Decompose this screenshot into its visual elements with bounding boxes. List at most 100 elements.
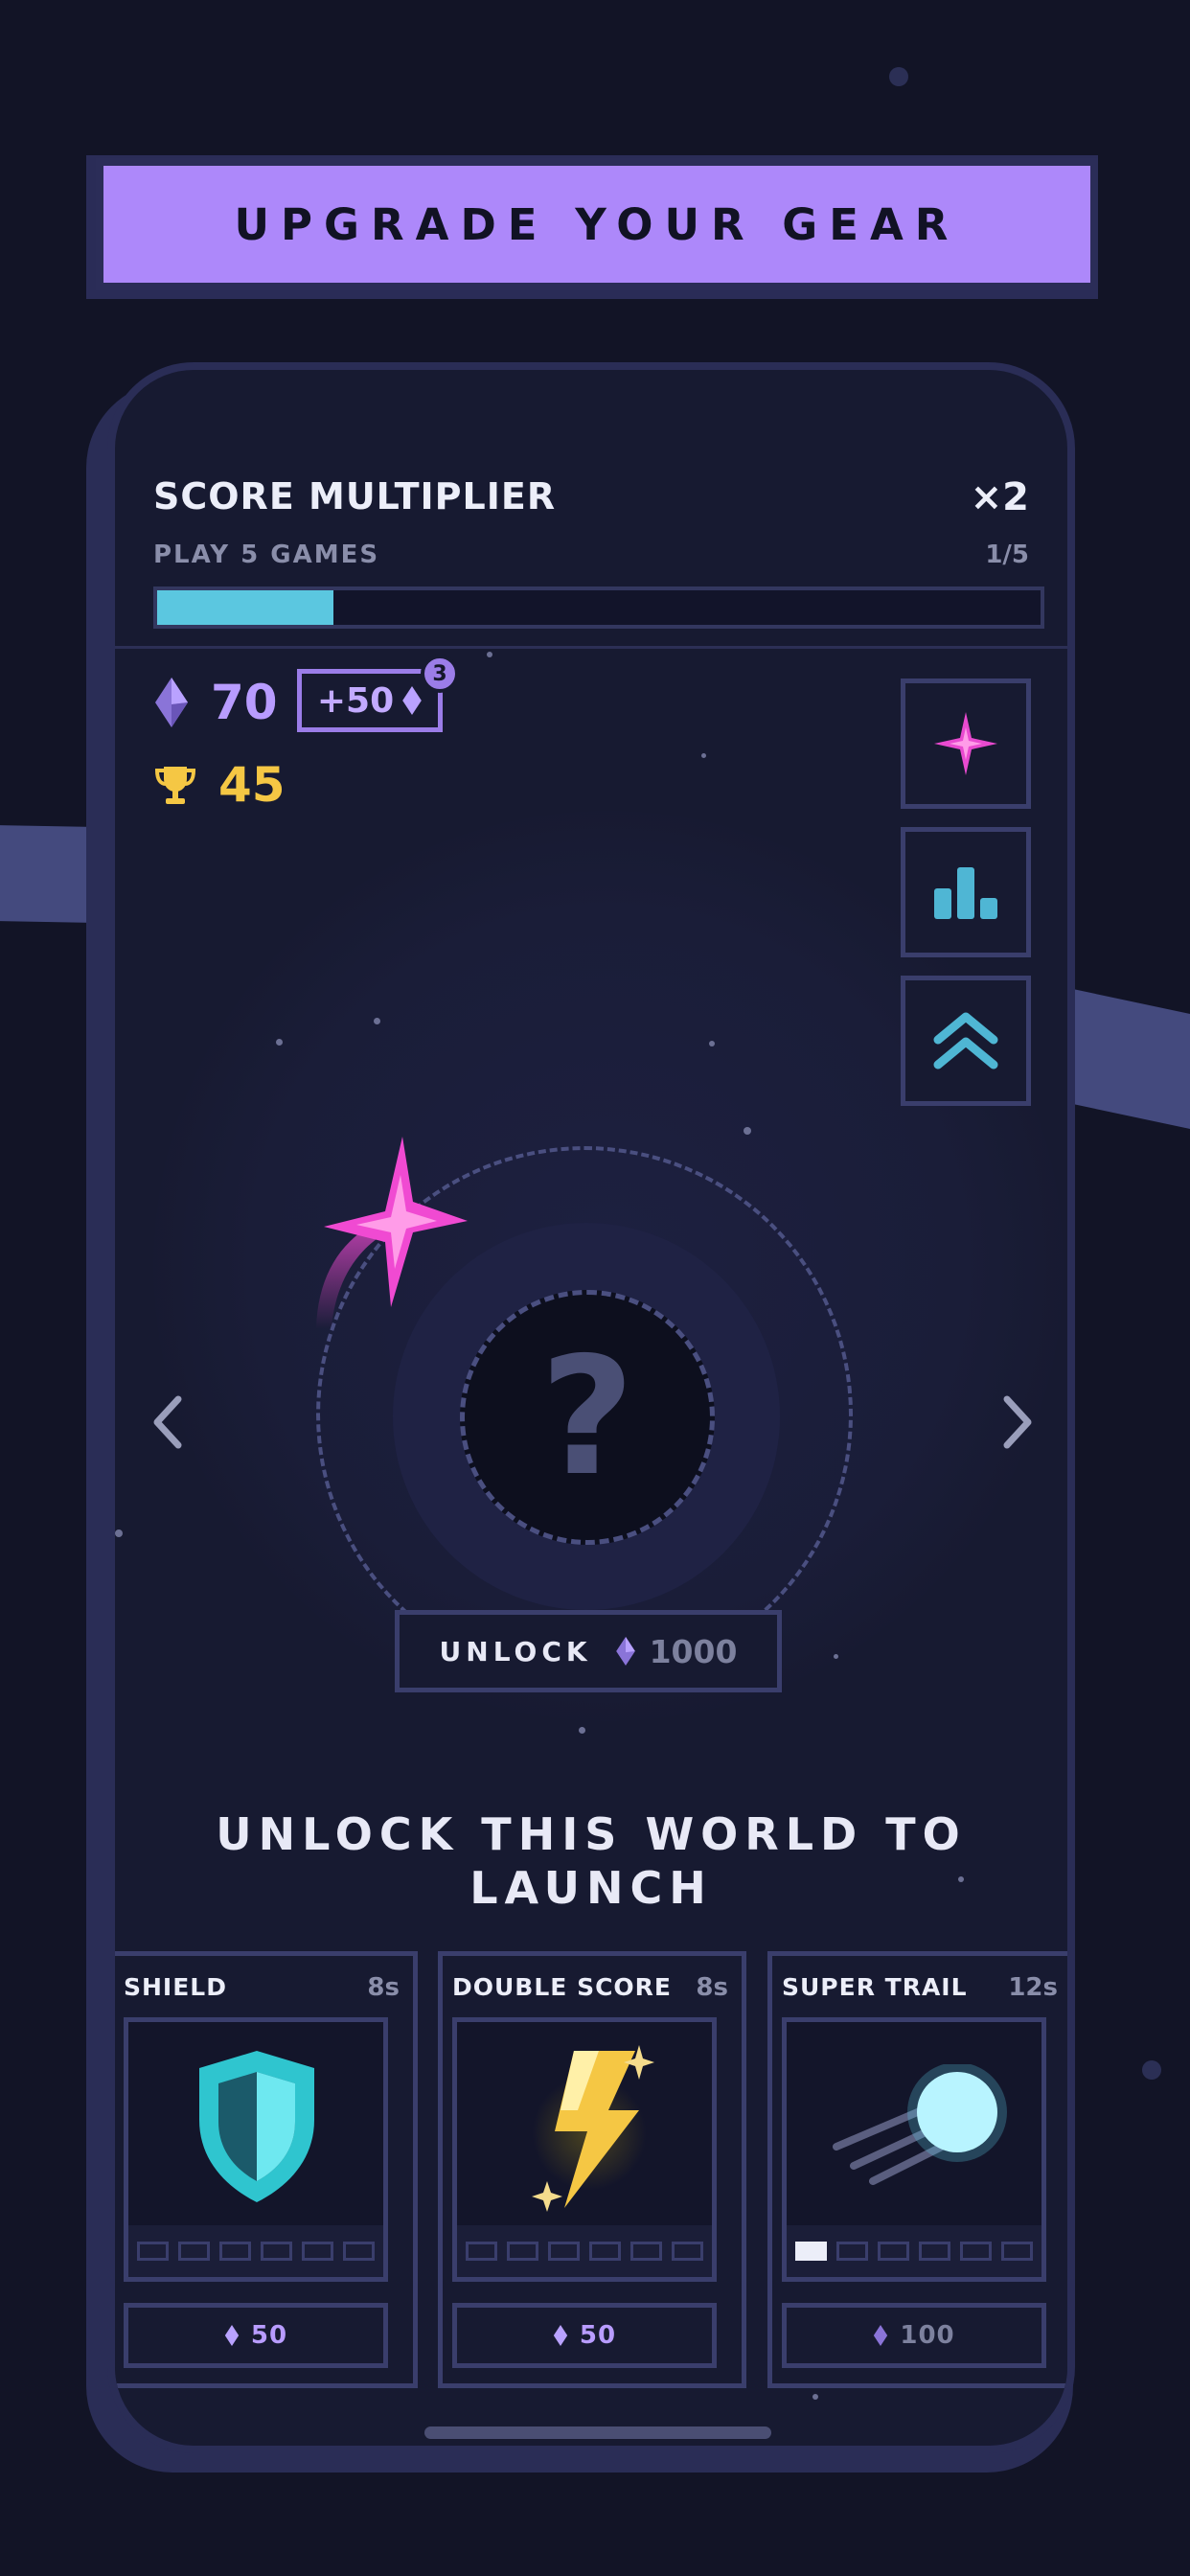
leaderboard-button[interactable] [901,827,1031,957]
powerup-price: 100 [900,2321,955,2350]
powerup-duration: 8s [696,1973,728,2002]
unlock-price: 1000 [649,1632,738,1670]
mystery-symbol: ? [539,1322,635,1512]
powerup-duration: 12s [1008,1973,1058,2002]
star-dot [115,1530,123,1537]
level-pips [787,2225,1041,2277]
unlock-label: UNLOCK [439,1635,592,1668]
level-pip-empty [548,2242,580,2261]
comet-icon [833,2064,1007,2185]
star-dot [709,1041,715,1046]
banner-title: UPGRADE YOUR GEAR [234,198,960,250]
level-pip-filled [795,2242,827,2261]
headline-line-1: UNLOCK THIS WORLD TO [216,1808,967,1860]
gem-icon [155,678,188,727]
leaderboard-icon [934,867,997,919]
level-pip-empty [343,2242,375,2261]
gem-balance: 70 [153,675,278,730]
multiplier-title: SCORE MULTIPLIER [153,475,557,518]
shield-icon [199,2051,314,2202]
star-dot [744,1127,751,1135]
powerup-name: SUPER TRAIL [782,1973,968,2001]
powerup-art [452,2017,717,2282]
pink-star-icon [316,1137,468,1328]
level-pips [128,2225,383,2277]
decor-dot [1142,2060,1161,2080]
double-chevron-up-icon [933,1012,998,1070]
level-pip-empty [836,2242,868,2261]
bonus-amount: +50 [316,680,395,721]
level-pip-empty [137,2242,169,2261]
powerup-duration: 8s [367,1973,400,2002]
chevron-right-icon [1003,1395,1032,1449]
powerup-art [782,2017,1046,2282]
decor-bar-left [0,825,91,923]
level-pip-empty [589,2242,621,2261]
unlock-world-button[interactable]: UNLOCK 1000 [395,1610,782,1692]
buy-shield-button[interactable]: 50 [124,2303,388,2368]
multiplier-progress-text: 1/5 [985,540,1029,569]
star-dot [487,652,492,657]
buy-double-score-button[interactable]: 50 [452,2303,717,2368]
multiplier-progress-bar [153,586,1044,629]
star-dot [701,753,706,758]
decor-bar-right [1068,987,1190,1137]
lightning-icon [532,2045,654,2212]
level-pips [457,2225,712,2277]
level-pip-empty [672,2242,703,2261]
powerup-art [124,2017,388,2282]
gem-icon [874,2325,888,2346]
star-dot [374,1018,380,1024]
level-pip-empty [1001,2242,1033,2261]
gem-bonus-button[interactable]: +50 3 [297,655,459,732]
multiplier-value: ×2 [970,475,1029,519]
gem-icon [402,685,422,716]
sparkle-button[interactable] [901,678,1031,809]
headline-line-2: LAUNCH [469,1862,713,1914]
level-pip-empty [878,2242,909,2261]
powerup-card-double-score[interactable]: DOUBLE SCORE 8s 50 [438,1951,746,2388]
trophy-balance: 45 [153,757,286,813]
buy-super-trail-button[interactable]: 100 [782,2303,1046,2368]
progress-fill [157,590,334,625]
chevron-left-icon [153,1395,182,1449]
powerup-card-shield[interactable]: SHIELD 8s 50 [115,1951,418,2388]
star-dot [812,2394,818,2400]
prev-world-button[interactable] [134,1384,201,1460]
level-pip-empty [507,2242,538,2261]
trophy-count: 45 [218,757,286,813]
level-pip-empty [219,2242,251,2261]
level-pip-empty [630,2242,662,2261]
powerup-card-super-trail[interactable]: SUPER TRAIL 12s 100 [767,1951,1067,2388]
next-world-button[interactable] [984,1384,1051,1460]
phone-screen: SCORE MULTIPLIER ×2 PLAY 5 GAMES 1/5 70 … [107,362,1075,2453]
powerup-name: SHIELD [124,1973,227,2001]
level-pip-empty [302,2242,333,2261]
bonus-badge: 3 [421,655,459,693]
level-pip-empty [466,2242,497,2261]
level-pip-empty [261,2242,292,2261]
level-pip-empty [178,2242,210,2261]
level-pip-empty [960,2242,992,2261]
title-banner: UPGRADE YOUR GEAR [96,158,1098,290]
unlock-headline: UNLOCK THIS WORLD TO LAUNCH [115,1807,1067,1915]
home-indicator[interactable] [424,2426,771,2439]
upgrade-button[interactable] [901,976,1031,1106]
star-dot [834,1654,838,1659]
gem-count: 70 [211,675,278,730]
gem-icon [224,2325,240,2346]
level-pip-empty [919,2242,950,2261]
gem-icon [615,1636,635,1667]
powerup-name: DOUBLE SCORE [452,1973,673,2001]
star-dot [276,1039,283,1046]
gem-icon [553,2325,568,2346]
multiplier-task: PLAY 5 GAMES [153,540,380,569]
powerup-price: 50 [250,2321,288,2350]
star-dot [579,1727,585,1734]
trophy-icon [154,767,196,804]
decor-dot [889,67,908,86]
locked-world[interactable]: ? [460,1290,715,1545]
divider [115,646,1067,649]
sparkle-icon [934,712,997,775]
powerup-price: 50 [579,2321,617,2350]
